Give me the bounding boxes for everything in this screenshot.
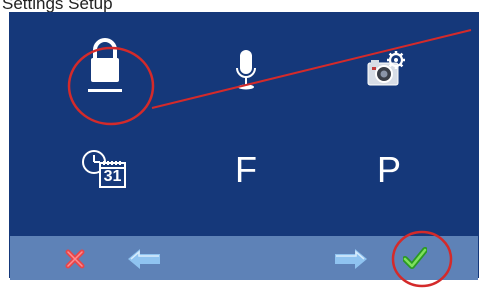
lock-icon[interactable] xyxy=(86,36,124,92)
clock-calendar-icon[interactable]: 31 xyxy=(81,149,127,189)
checkmark-icon[interactable] xyxy=(402,247,428,269)
close-icon[interactable] xyxy=(65,249,85,269)
camera-gear-icon[interactable] xyxy=(367,50,407,88)
arrow-left-icon[interactable] xyxy=(127,248,161,270)
letter-f-button[interactable]: F xyxy=(235,152,257,188)
microphone-icon[interactable] xyxy=(235,50,257,92)
letter-p-button[interactable]: P xyxy=(377,152,401,188)
calendar-day-label: 31 xyxy=(103,168,122,185)
arrow-right-icon[interactable] xyxy=(334,248,368,270)
bottom-toolbar xyxy=(10,236,478,280)
